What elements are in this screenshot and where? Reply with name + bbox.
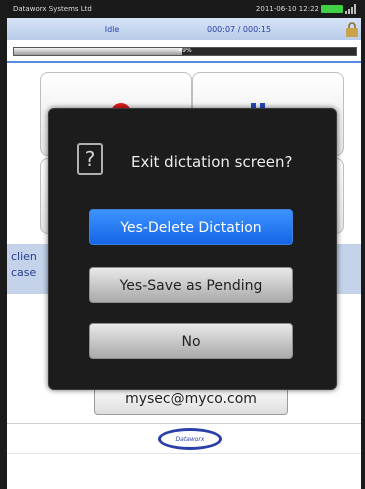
logo: Dataworx xyxy=(158,428,222,450)
progress-bar[interactable]: 49% xyxy=(13,47,357,56)
signal-icon xyxy=(345,4,357,14)
battery-icon xyxy=(321,5,343,13)
left-edge xyxy=(0,0,7,489)
client-label: clien xyxy=(11,250,37,263)
progress-label: 49% xyxy=(178,47,192,54)
divider xyxy=(7,423,361,424)
divider xyxy=(7,453,361,454)
case-label: case xyxy=(11,266,37,279)
no-button[interactable]: No xyxy=(89,323,293,359)
recorder-state: Idle xyxy=(104,25,120,34)
right-edge xyxy=(361,0,365,489)
dialog-title: Exit dictation screen? xyxy=(131,153,293,171)
datetime-label: 2011-06-10 12:22 xyxy=(255,5,319,13)
app-screen: Dataworx Systems Ltd 2011-06-10 12:22 Id… xyxy=(0,0,365,489)
save-pending-button[interactable]: Yes-Save as Pending xyxy=(89,267,293,303)
question-icon: ? xyxy=(77,143,103,175)
status-bar: Dataworx Systems Ltd 2011-06-10 12:22 xyxy=(7,0,361,18)
progress-underline xyxy=(7,61,361,63)
recorder-state-bar: Idle 000:07 / 000:15 xyxy=(7,18,361,40)
exit-dialog: ? Exit dictation screen? Yes-Delete Dict… xyxy=(48,108,337,390)
carrier-label: Dataworx Systems Ltd xyxy=(13,5,92,13)
lock-icon xyxy=(346,22,358,37)
delete-dictation-button[interactable]: Yes-Delete Dictation xyxy=(89,209,293,245)
recorder-time: 000:07 / 000:15 xyxy=(207,25,272,34)
